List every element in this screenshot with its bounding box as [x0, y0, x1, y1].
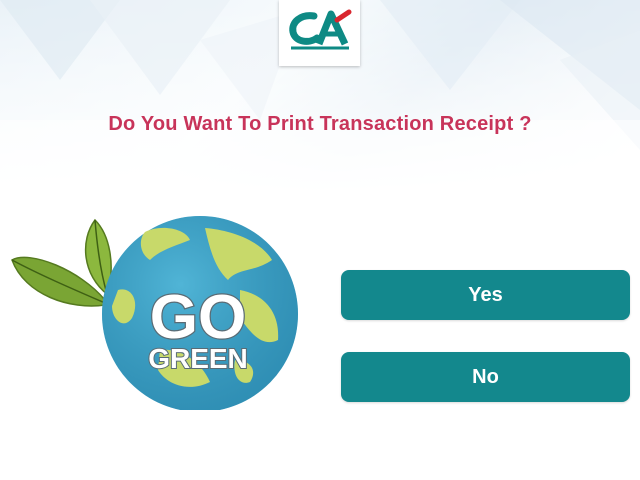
go-green-globe-icon: GO GREEN — [11, 216, 298, 410]
page-title: Do You Want To Print Transaction Receipt… — [108, 113, 532, 135]
no-button-label: No — [472, 365, 499, 388]
yes-button-label: Yes — [468, 283, 503, 306]
go-text: GO — [150, 283, 246, 352]
yes-button[interactable]: Yes — [341, 270, 630, 320]
green-text: GREEN — [148, 343, 248, 374]
brand-logo — [279, 0, 360, 66]
credit-agricole-logo-icon — [289, 9, 352, 50]
no-button[interactable]: No — [341, 352, 630, 402]
